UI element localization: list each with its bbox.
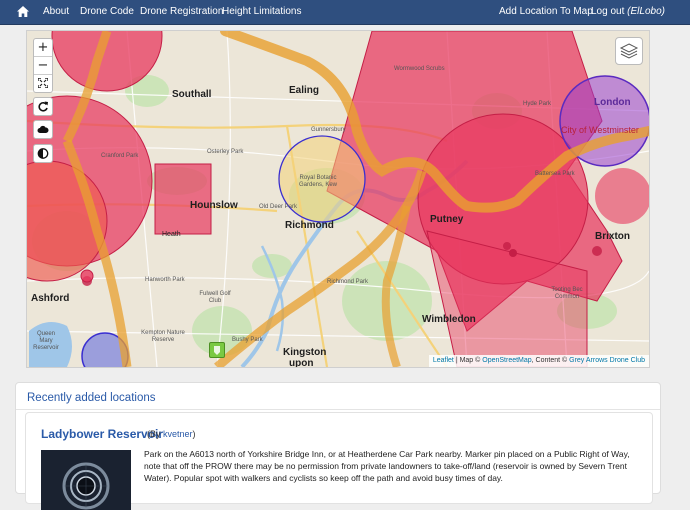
map-label-heath: Heath: [162, 231, 181, 238]
map-label-fulwell: Fulwell Golf Club: [199, 291, 231, 304]
map-label-hanworth: Hanworth Park: [145, 277, 185, 283]
location-card: Ladybower Reservoir (By kvetner) Park on…: [25, 412, 653, 510]
map-label-cranford: Cranford Park: [101, 153, 139, 159]
leaflet-link[interactable]: Leaflet: [433, 357, 454, 364]
nav-logout[interactable]: Log out (ElLobo): [591, 0, 665, 24]
zoom-out-button[interactable]: −: [34, 57, 52, 75]
logout-username: (ElLobo): [627, 6, 665, 17]
zone-dot: [509, 249, 517, 257]
author-link[interactable]: kvetner: [163, 429, 193, 439]
home-icon[interactable]: [17, 6, 29, 17]
zoom-control: + −: [33, 38, 53, 93]
location-author: (By kvetner): [147, 429, 196, 439]
map-label-battersea: Battersea Park: [535, 171, 575, 177]
map-label-richmond: Richmond: [285, 220, 334, 231]
map-label-wimbledon: Wimbledon: [422, 314, 476, 325]
map-label-upon: upon: [289, 358, 314, 368]
map-label-london: London: [594, 97, 631, 108]
map-label-tooting: Tooting Bec Common: [551, 287, 583, 300]
location-description: Park on the A6013 north of Yorkshire Bri…: [144, 449, 630, 483]
attribution-map-prefix: | Map ©: [453, 357, 483, 364]
recent-locations-title: Recently added locations: [27, 392, 156, 404]
map-label-hounslow: Hounslow: [190, 200, 238, 211]
by-suffix: ): [192, 429, 196, 439]
layers-control[interactable]: [615, 37, 643, 65]
club-link[interactable]: Grey Arrows Drone Club: [569, 357, 645, 364]
map-label-osterley: Osterley Park: [207, 149, 244, 155]
thumbnail-image: [41, 450, 131, 510]
refresh-icon: [38, 101, 48, 112]
nav-drone-code[interactable]: Drone Code: [80, 0, 134, 24]
osm-link[interactable]: OpenStreetMap: [482, 357, 531, 364]
map-label-queen-mary: Queen Mary Reservoir: [33, 331, 59, 351]
map-view[interactable]: Southall Ealing Hounslow Richmond Ashfor…: [26, 30, 650, 368]
map-label-gunnersbury: Gunnersbury: [311, 127, 346, 133]
map-canvas[interactable]: [27, 31, 649, 367]
recent-locations-panel: Recently added locations Ladybower Reser…: [15, 382, 661, 510]
attribution-content-prefix: , Content ©: [531, 357, 570, 364]
nav-drone-registration[interactable]: Drone Registration: [140, 0, 223, 24]
map-label-kempton: Kempton Nature Reserve: [141, 330, 185, 343]
map-label-ealing: Ealing: [289, 85, 320, 96]
zoom-in-button[interactable]: +: [34, 39, 52, 57]
map-label-brixton: Brixton: [595, 231, 630, 242]
map-label-scrubs: Wormwood Scrubs: [394, 66, 445, 72]
nav-add-location[interactable]: Add Location To Map: [499, 0, 593, 24]
weather-button[interactable]: [33, 120, 53, 139]
map-label-ashford: Ashford: [31, 293, 70, 304]
layers-icon: [619, 43, 639, 59]
map-label-hyde-park: Hyde Park: [523, 101, 552, 107]
contrast-icon: [37, 148, 49, 159]
section-divider: [16, 409, 660, 410]
map-label-kingston: Kingston: [283, 347, 327, 358]
top-navbar: About Drone Code Drone Registration Heig…: [0, 0, 690, 25]
map-label-richmond-park: Richmond Park: [327, 279, 369, 285]
location-title[interactable]: Ladybower Reservoir: [41, 427, 163, 441]
map-label-westminster: City of Westminster: [561, 125, 639, 135]
map-label-putney: Putney: [430, 214, 464, 225]
fullscreen-icon: [37, 77, 49, 89]
location-marker[interactable]: [209, 342, 225, 358]
cloud-icon: [37, 125, 49, 133]
drone-marker-icon: [214, 346, 220, 355]
nav-height-limitations[interactable]: Height Limitations: [222, 0, 301, 24]
map-label-old-deer: Old Deer Park: [259, 204, 298, 210]
nav-about[interactable]: About: [43, 0, 69, 24]
refresh-button[interactable]: [33, 97, 53, 116]
location-thumbnail[interactable]: [41, 450, 131, 510]
by-prefix: (By: [147, 429, 164, 439]
map-label-southall: Southall: [172, 89, 212, 100]
fullscreen-button[interactable]: [34, 75, 52, 92]
map-label-bushy: Bushy Park: [232, 337, 263, 343]
map-attribution: Leaflet | Map © OpenStreetMap, Content ©…: [428, 355, 649, 367]
contrast-button[interactable]: [33, 144, 53, 163]
logout-label: Log out: [591, 6, 625, 17]
map-label-kew: Royal Botanic Gardens, Kew: [298, 175, 338, 188]
